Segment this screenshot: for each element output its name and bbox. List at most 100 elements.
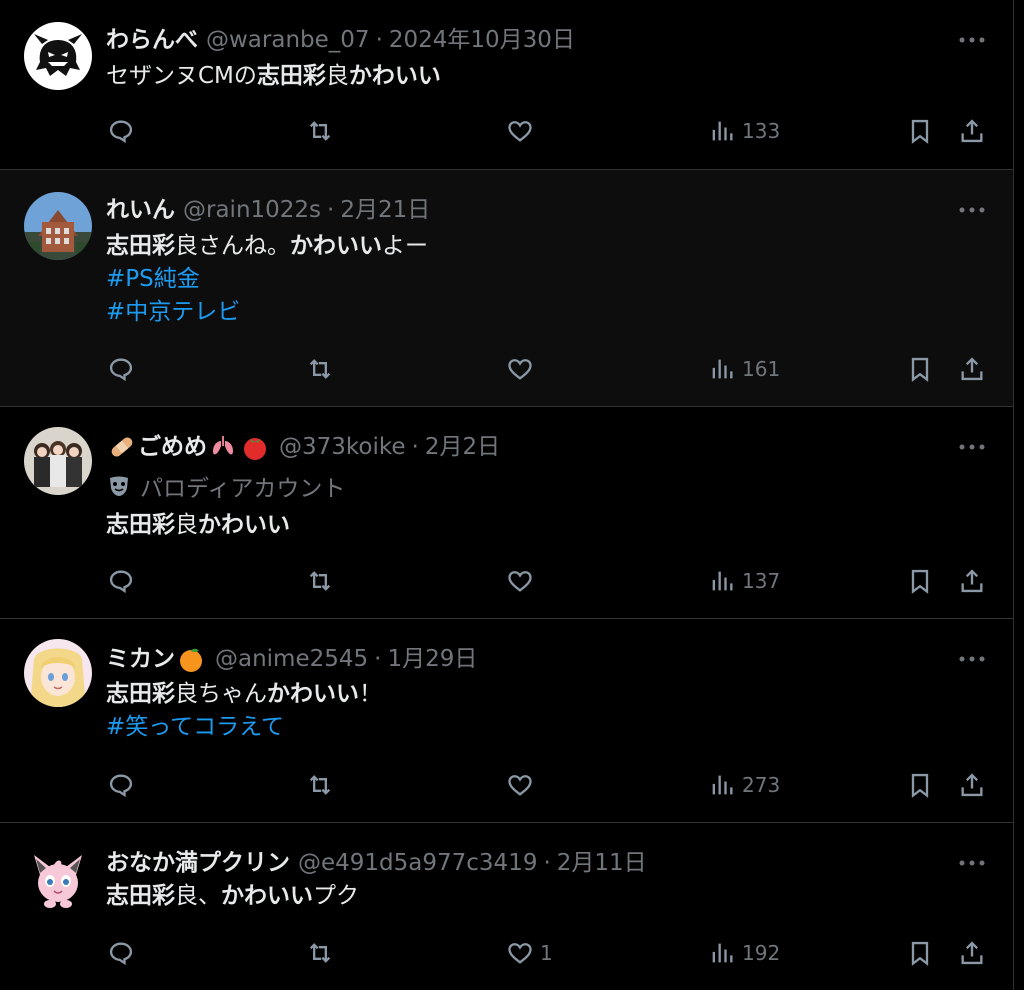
more-button[interactable] bbox=[957, 435, 987, 459]
view-count: 273 bbox=[742, 773, 781, 797]
views-button[interactable]: 137 bbox=[708, 564, 780, 598]
retweet-button[interactable] bbox=[306, 564, 334, 598]
tweet-text-run: プク bbox=[313, 883, 359, 909]
like-button[interactable]: 1 bbox=[506, 936, 553, 970]
display-name[interactable]: れいん bbox=[106, 194, 175, 226]
share-icon bbox=[961, 119, 983, 143]
avatar[interactable] bbox=[24, 639, 92, 707]
more-dots-icon bbox=[959, 207, 985, 213]
action-bar: 137 bbox=[0, 564, 1014, 598]
tweet[interactable]: わらんべ @waranbe_07 · 2024年10月30日 セザンヌCMの志田彩良… bbox=[0, 0, 1014, 170]
tweet-meta: @373koike · 2月2日 bbox=[279, 434, 501, 460]
retweet-button[interactable] bbox=[306, 114, 334, 148]
share-button[interactable] bbox=[958, 564, 986, 598]
timestamp[interactable]: 2月2日 bbox=[425, 434, 500, 460]
retweet-icon bbox=[309, 121, 331, 141]
avatar[interactable] bbox=[24, 427, 92, 495]
avatar[interactable] bbox=[24, 192, 92, 260]
display-name[interactable]: ごめめ bbox=[138, 431, 207, 463]
more-button[interactable] bbox=[957, 851, 987, 875]
handle[interactable]: @rain1022s bbox=[183, 197, 321, 223]
views-button[interactable]: 192 bbox=[708, 936, 780, 970]
timestamp[interactable]: 2024年10月30日 bbox=[389, 27, 575, 53]
reply-button[interactable] bbox=[107, 564, 135, 598]
share-button[interactable] bbox=[958, 768, 986, 802]
bookmark-button[interactable] bbox=[906, 768, 934, 802]
more-button[interactable] bbox=[957, 28, 987, 52]
view-count: 161 bbox=[742, 357, 781, 381]
tweet[interactable]: ごめめ @373koike · 2月2日 パロディアカウント 志田彩良かわいい 13… bbox=[0, 407, 1014, 619]
parody-text: パロディアカウント bbox=[140, 476, 346, 502]
share-icon bbox=[961, 941, 983, 965]
tweet-meta: @rain1022s · 2月21日 bbox=[183, 197, 431, 223]
heart-icon bbox=[508, 775, 532, 796]
hashtag-link[interactable]: #中京テレビ bbox=[106, 299, 240, 325]
more-dots-icon bbox=[959, 444, 985, 450]
reply-button[interactable] bbox=[107, 114, 135, 148]
retweet-button[interactable] bbox=[306, 768, 334, 802]
like-button[interactable] bbox=[506, 768, 540, 802]
bookmark-button[interactable] bbox=[906, 352, 934, 386]
tweet[interactable]: れいん @rain1022s · 2月21日 志田彩良さんね。かわいいよー #PS純金… bbox=[0, 170, 1014, 407]
view-count: 192 bbox=[742, 941, 781, 965]
tweet-text-line: 志田彩良さんね。かわいいよー bbox=[106, 230, 428, 263]
tweet-text: 志田彩良ちゃんかわいい！ #笑ってコラえて bbox=[106, 678, 382, 744]
views-button[interactable]: 273 bbox=[708, 768, 780, 802]
display-name[interactable]: おなか満プクリン bbox=[106, 847, 290, 879]
tweet-text-run: 良 bbox=[175, 512, 198, 538]
share-icon bbox=[961, 569, 983, 593]
reply-button[interactable] bbox=[107, 352, 135, 386]
avatar[interactable] bbox=[24, 843, 92, 911]
tweet-text-run: 良さんね。 bbox=[175, 233, 290, 259]
bookmark-button[interactable] bbox=[906, 936, 934, 970]
views-chart-icon bbox=[712, 121, 733, 141]
like-button[interactable] bbox=[506, 352, 540, 386]
tweet[interactable]: おなか満プクリン @e491d5a977c3419 · 2月11日 志田彩良、かわい… bbox=[0, 823, 1014, 990]
tweet[interactable]: ミカン @anime2545 · 1月29日 志田彩良ちゃんかわいい！ #笑ってコラえ… bbox=[0, 619, 1014, 823]
hashtag-link[interactable]: #笑ってコラえて bbox=[106, 714, 284, 740]
tweet-text-run: 志田彩 bbox=[106, 233, 175, 259]
timestamp[interactable]: 2月21日 bbox=[340, 197, 430, 223]
tweet-meta: @e491d5a977c3419 · 2月11日 bbox=[298, 850, 647, 876]
share-button[interactable] bbox=[958, 352, 986, 386]
tweet-text-run: かわいい bbox=[348, 63, 441, 89]
more-button[interactable] bbox=[957, 647, 987, 671]
tweet-text-run: 志田彩 bbox=[106, 512, 175, 538]
avatar[interactable] bbox=[24, 22, 92, 90]
views-button[interactable]: 133 bbox=[708, 114, 780, 148]
handle[interactable]: @e491d5a977c3419 bbox=[298, 850, 537, 876]
share-button[interactable] bbox=[958, 114, 986, 148]
mask-icon bbox=[110, 476, 128, 496]
tweet-text-run: 良、 bbox=[175, 883, 221, 909]
like-button[interactable] bbox=[506, 114, 540, 148]
retweet-icon bbox=[309, 571, 331, 591]
more-button[interactable] bbox=[957, 198, 987, 222]
display-name[interactable]: わらんべ bbox=[106, 24, 198, 56]
share-button[interactable] bbox=[958, 936, 986, 970]
handle[interactable]: @waranbe_07 bbox=[206, 27, 370, 53]
tweet-text-line: 志田彩良かわいい bbox=[106, 509, 290, 542]
action-bar: 1 192 bbox=[0, 936, 1014, 970]
tweet-header: ごめめ @373koike · 2月2日 bbox=[106, 431, 500, 463]
retweet-button[interactable] bbox=[306, 936, 334, 970]
tweet-text: 志田彩良かわいい bbox=[106, 509, 290, 542]
hashtag-link[interactable]: #PS純金 bbox=[106, 266, 200, 292]
timestamp[interactable]: 2月11日 bbox=[557, 850, 647, 876]
timeline-feed: わらんべ @waranbe_07 · 2024年10月30日 セザンヌCMの志田彩良… bbox=[0, 0, 1024, 990]
handle[interactable]: @373koike bbox=[279, 434, 406, 460]
retweet-button[interactable] bbox=[306, 352, 334, 386]
tweet-text-run: かわいい bbox=[221, 883, 313, 909]
reply-button[interactable] bbox=[107, 768, 135, 802]
display-name[interactable]: ミカン bbox=[106, 643, 175, 675]
reply-button[interactable] bbox=[107, 936, 135, 970]
bookmark-button[interactable] bbox=[906, 114, 934, 148]
tweet-meta: @waranbe_07 · 2024年10月30日 bbox=[206, 27, 575, 53]
handle[interactable]: @anime2545 bbox=[215, 646, 368, 672]
views-button[interactable]: 161 bbox=[708, 352, 780, 386]
like-button[interactable] bbox=[506, 564, 540, 598]
timestamp[interactable]: 1月29日 bbox=[387, 646, 477, 672]
bookmark-button[interactable] bbox=[906, 564, 934, 598]
views-chart-icon bbox=[712, 571, 733, 591]
action-bar: 273 bbox=[0, 768, 1014, 802]
parody-label: パロディアカウント bbox=[106, 469, 345, 503]
